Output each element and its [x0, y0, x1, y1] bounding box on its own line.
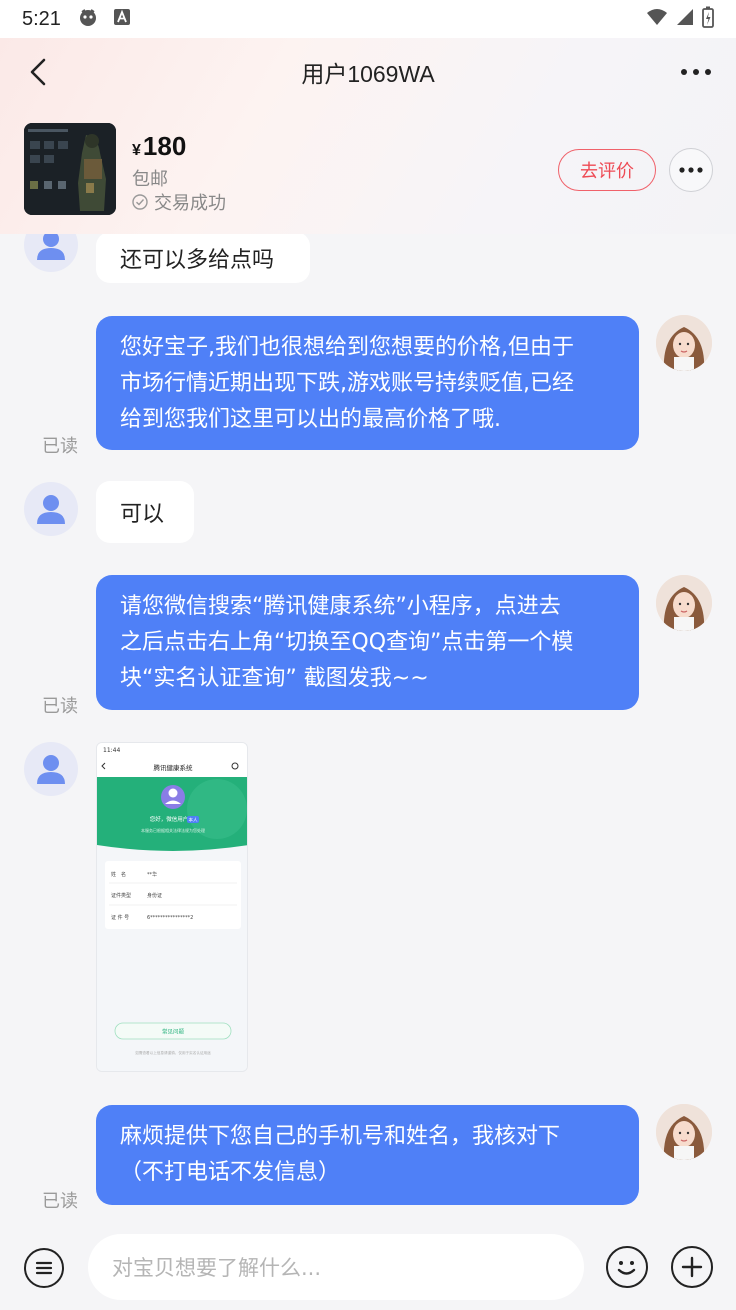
- shot-row-value: **华: [147, 871, 157, 878]
- shot-row-value: 6****************2: [147, 915, 193, 921]
- agent-avatar[interactable]: [656, 315, 712, 371]
- person-avatar-icon: [37, 755, 65, 784]
- message-bubble-outgoing[interactable]: 请您微信搜索“腾讯健康系统”小程序，点进去 之后点击右上角“切换至QQ查询”点击…: [96, 575, 639, 710]
- message-line: 给到您我们这里可以出的最高价格了哦.: [120, 407, 501, 432]
- agent-avatar[interactable]: [656, 1104, 712, 1160]
- chat-message-list[interactable]: 还可以多给点吗 您好宝子,我们也很想给到您想要的价格,但由于 市场行情近期出现下…: [0, 234, 736, 1226]
- user-avatar[interactable]: [24, 234, 78, 272]
- emoji-button[interactable]: [606, 1246, 648, 1288]
- card-more-button[interactable]: [669, 148, 713, 192]
- review-button[interactable]: 去评价: [558, 149, 656, 191]
- app-notification-icon: [77, 6, 99, 32]
- price-value: 180: [142, 131, 187, 161]
- nav-bar: 用户1069WA: [0, 38, 736, 106]
- message-text: 可以: [120, 502, 165, 527]
- shipping-label: 包邮: [132, 169, 168, 190]
- chat-screen: 5:21 用户1069WA ¥180 包邮 交易成功 去评价 还可以多给点吗 您…: [0, 0, 736, 1310]
- menu-button[interactable]: [24, 1248, 64, 1288]
- message-line: 您好宝子,我们也很想给到您想要的价格,但由于: [120, 335, 574, 360]
- read-receipt: 已读: [42, 436, 78, 457]
- wifi-icon: [646, 8, 668, 30]
- person-avatar-icon: [37, 234, 65, 260]
- status-time: 5:21: [22, 7, 61, 30]
- back-button[interactable]: [18, 52, 58, 92]
- add-attachment-button[interactable]: [671, 1246, 713, 1288]
- message-bubble-outgoing[interactable]: 麻烦提供下您自己的手机号和姓名，我核对下 （不打电话不发信息）: [96, 1105, 639, 1205]
- message-bubble-incoming[interactable]: 还可以多给点吗: [96, 234, 310, 283]
- message-line: 之后点击右上角“切换至QQ查询”点击第一个模: [120, 630, 574, 655]
- person-avatar-icon: [37, 495, 65, 524]
- shot-row-value: 身份证: [147, 892, 162, 899]
- user-avatar[interactable]: [24, 482, 78, 536]
- shot-hint: 本服务已根据相关法律法规为您处理: [141, 827, 205, 833]
- signal-icon: [676, 8, 694, 30]
- more-dots-icon: [681, 69, 711, 75]
- more-dots-icon: [679, 167, 703, 173]
- smiley-icon: [617, 1261, 636, 1275]
- message-line: 麻烦提供下您自己的手机号和姓名，我核对下: [120, 1124, 561, 1149]
- shot-badge: 本人: [189, 817, 198, 824]
- message-line: 市场行情近期出现下跌,游戏账号持续贬值,已经: [120, 371, 574, 396]
- agent-avatar[interactable]: [656, 575, 712, 631]
- trade-status-text: 交易成功: [154, 193, 226, 214]
- font-app-icon: [113, 8, 131, 30]
- shot-title: 腾讯健康系统: [154, 763, 194, 772]
- page-title: 用户1069WA: [301, 61, 435, 87]
- message-bubble-outgoing[interactable]: 您好宝子,我们也很想给到您想要的价格,但由于 市场行情近期出现下跌,游戏账号持续…: [96, 316, 639, 450]
- message-input[interactable]: 对宝贝想要了解什么...: [88, 1234, 584, 1300]
- message-line: 请您微信搜索“腾讯健康系统”小程序，点进去: [120, 594, 561, 619]
- shot-faq: 常见问题: [162, 1028, 185, 1036]
- shot-greeting: 您好，微信用户: [150, 815, 189, 823]
- input-bar: 对宝贝想要了解什么...: [0, 1226, 736, 1310]
- check-circle-icon: [132, 194, 148, 210]
- product-card[interactable]: ¥180 包邮 交易成功 去评价: [24, 123, 714, 215]
- shot-row-label: 证 件 号: [111, 914, 129, 921]
- currency-symbol: ¥: [132, 142, 141, 159]
- read-receipt: 已读: [42, 1191, 78, 1212]
- shot-row-label: 姓 名: [111, 871, 126, 878]
- message-line: （不打电话不发信息）: [120, 1160, 341, 1185]
- chevron-left-icon: [30, 58, 46, 86]
- product-price: ¥180: [132, 131, 186, 162]
- battery-icon: [702, 6, 714, 32]
- user-avatar[interactable]: [24, 742, 78, 796]
- plus-icon: [681, 1256, 703, 1278]
- message-line: 块“实名认证查询” 截图发我~~: [120, 666, 429, 691]
- product-thumbnail[interactable]: [24, 123, 116, 215]
- read-receipt: 已读: [42, 696, 78, 717]
- shot-row-label: 证件类型: [111, 892, 131, 899]
- shot-time: 11:44: [103, 747, 120, 754]
- shot-footer: 如需查看以上信息请谨慎，仅用于实名认证用途: [135, 1050, 211, 1055]
- status-bar: 5:21: [0, 0, 736, 38]
- message-text: 还可以多给点吗: [120, 247, 275, 273]
- message-bubble-incoming[interactable]: 可以: [96, 481, 194, 543]
- more-options-button[interactable]: [676, 52, 716, 92]
- image-message[interactable]: 11:44 腾讯健康系统 您好，微信用户 本人 本服务已根据相关法律法规为您处理…: [96, 742, 248, 1072]
- menu-lines-icon: [35, 1261, 53, 1275]
- trade-status: 交易成功: [132, 189, 226, 215]
